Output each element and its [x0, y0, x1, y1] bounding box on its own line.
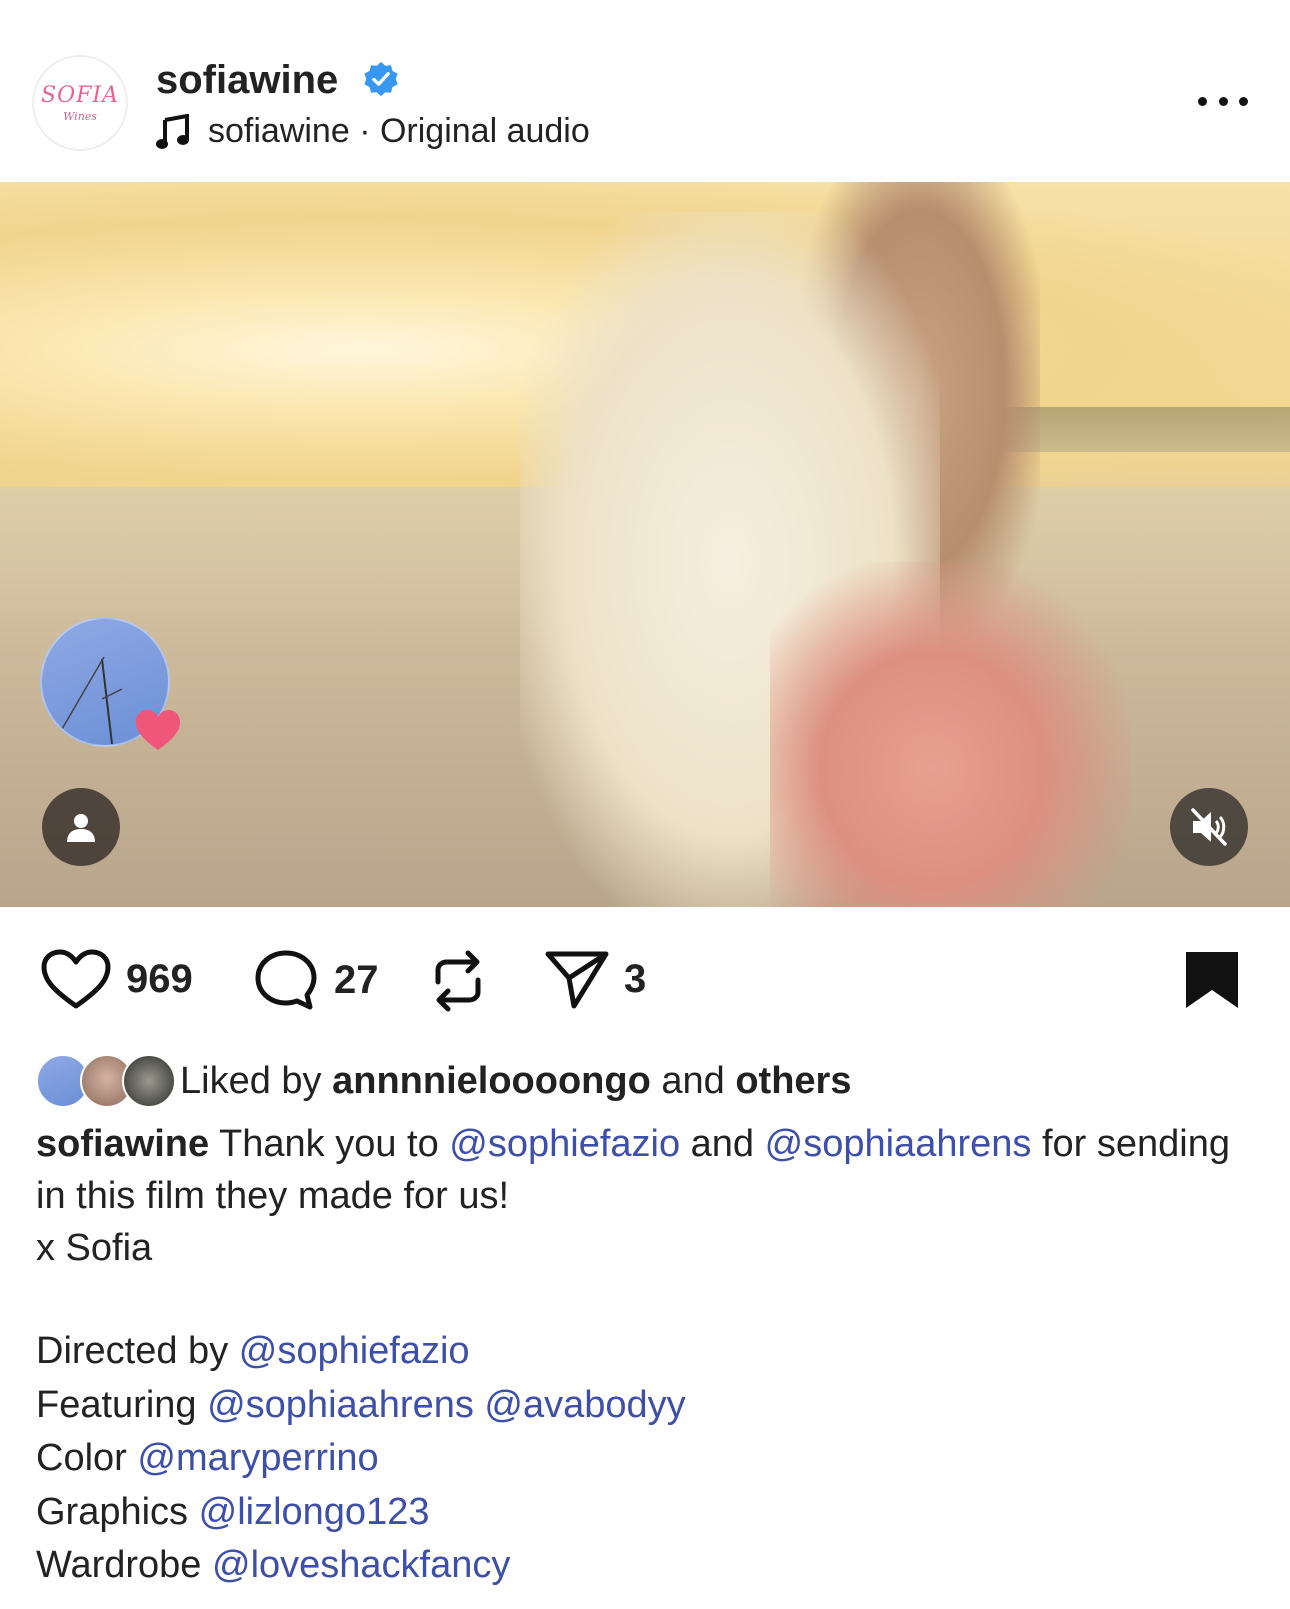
like-count: 969: [126, 956, 193, 1001]
repost-icon: [435, 950, 481, 1012]
video-horizon: [1000, 407, 1290, 452]
action-bar: 969 27 3: [0, 940, 1290, 1020]
caption-text: Thank you to: [209, 1123, 450, 1165]
credit-line: Color @maryperrino: [36, 1432, 686, 1486]
comment-count: 27: [334, 957, 379, 1002]
comment-button[interactable]: 27: [252, 948, 379, 1012]
like-button[interactable]: 969: [40, 948, 193, 1010]
credit-mention[interactable]: @maryperrino: [137, 1437, 378, 1479]
speaker-muted-icon: [1191, 808, 1227, 846]
caption-signoff: x Sofia: [36, 1227, 153, 1269]
post-video[interactable]: [0, 182, 1290, 907]
tagged-users-button[interactable]: [42, 788, 120, 866]
logo-subtext: Wines: [63, 110, 97, 123]
credit-mention[interactable]: @sophiaahrens @avabodyy: [207, 1384, 686, 1426]
audio-separator: ·: [349, 112, 380, 150]
credit-label: Graphics: [36, 1490, 199, 1533]
caption-username[interactable]: sofiawine: [36, 1123, 209, 1165]
liked-by-user[interactable]: annnnieloooongo: [332, 1060, 651, 1102]
credit-label: Wardrobe: [36, 1544, 212, 1586]
repost-button[interactable]: [428, 948, 488, 1014]
caption-text: and: [680, 1123, 765, 1165]
share-button[interactable]: 3: [544, 948, 646, 1010]
audio-link[interactable]: sofiawine · Original audio: [156, 112, 590, 151]
credit-mention[interactable]: @sophiefazio: [239, 1330, 470, 1372]
logo-text: SOFIA: [41, 83, 119, 108]
more-options-icon[interactable]: [1198, 88, 1248, 114]
credit-line: Directed by @sophiefazio: [36, 1325, 686, 1379]
heart-icon: [41, 949, 111, 1009]
liked-by-and: and: [650, 1059, 736, 1102]
credit-mention[interactable]: @lizlongo123: [199, 1491, 430, 1533]
credit-line: Graphics @lizlongo123: [36, 1486, 686, 1540]
account-avatar[interactable]: SOFIA Wines: [32, 55, 128, 151]
liked-by-prefix: Liked by: [180, 1059, 333, 1102]
pink-heart-icon: [136, 710, 180, 750]
credit-line: Featuring @sophiaahrens @avabodyy: [36, 1379, 686, 1433]
verified-badge-icon: [364, 61, 398, 97]
music-note-icon: [156, 113, 189, 149]
audio-owner: sofiawine: [208, 112, 350, 150]
send-icon: [545, 951, 609, 1009]
caption-mention[interactable]: @sophiaahrens: [765, 1123, 1032, 1165]
credit-label: Featuring: [36, 1383, 208, 1426]
liked-by-text: Liked by annnnieloooongo and others: [180, 1060, 851, 1103]
liker-avatar: [122, 1054, 176, 1108]
account-name[interactable]: sofiawine: [156, 58, 338, 103]
audio-label: Original audio: [379, 112, 590, 150]
person-icon: [67, 814, 95, 842]
credit-line: Wardrobe @loveshackfancy: [36, 1539, 686, 1593]
video-pink-dress: [770, 562, 1130, 907]
credit-label: Directed by: [36, 1330, 239, 1372]
post-caption: sofiawine Thank you to @sophiefazio and …: [36, 1118, 1266, 1274]
credit-mention[interactable]: @loveshackfancy: [212, 1544, 510, 1586]
credit-label: Color: [36, 1437, 138, 1479]
mute-toggle-button[interactable]: [1170, 788, 1248, 866]
caption-mention[interactable]: @sophiefazio: [449, 1123, 680, 1165]
liked-by-row[interactable]: Liked by annnnieloooongo and others: [36, 1052, 851, 1110]
liked-by-others[interactable]: others: [735, 1060, 851, 1102]
liker-avatars: [36, 1054, 176, 1108]
comment-icon: [255, 950, 317, 1010]
credits-list: Directed by @sophiefazio Featuring @soph…: [36, 1325, 686, 1593]
post-header: SOFIA Wines sofiawine sofiawine · Origin…: [0, 0, 1290, 182]
bookmark-icon[interactable]: [1184, 950, 1240, 1010]
share-count: 3: [624, 956, 647, 1001]
